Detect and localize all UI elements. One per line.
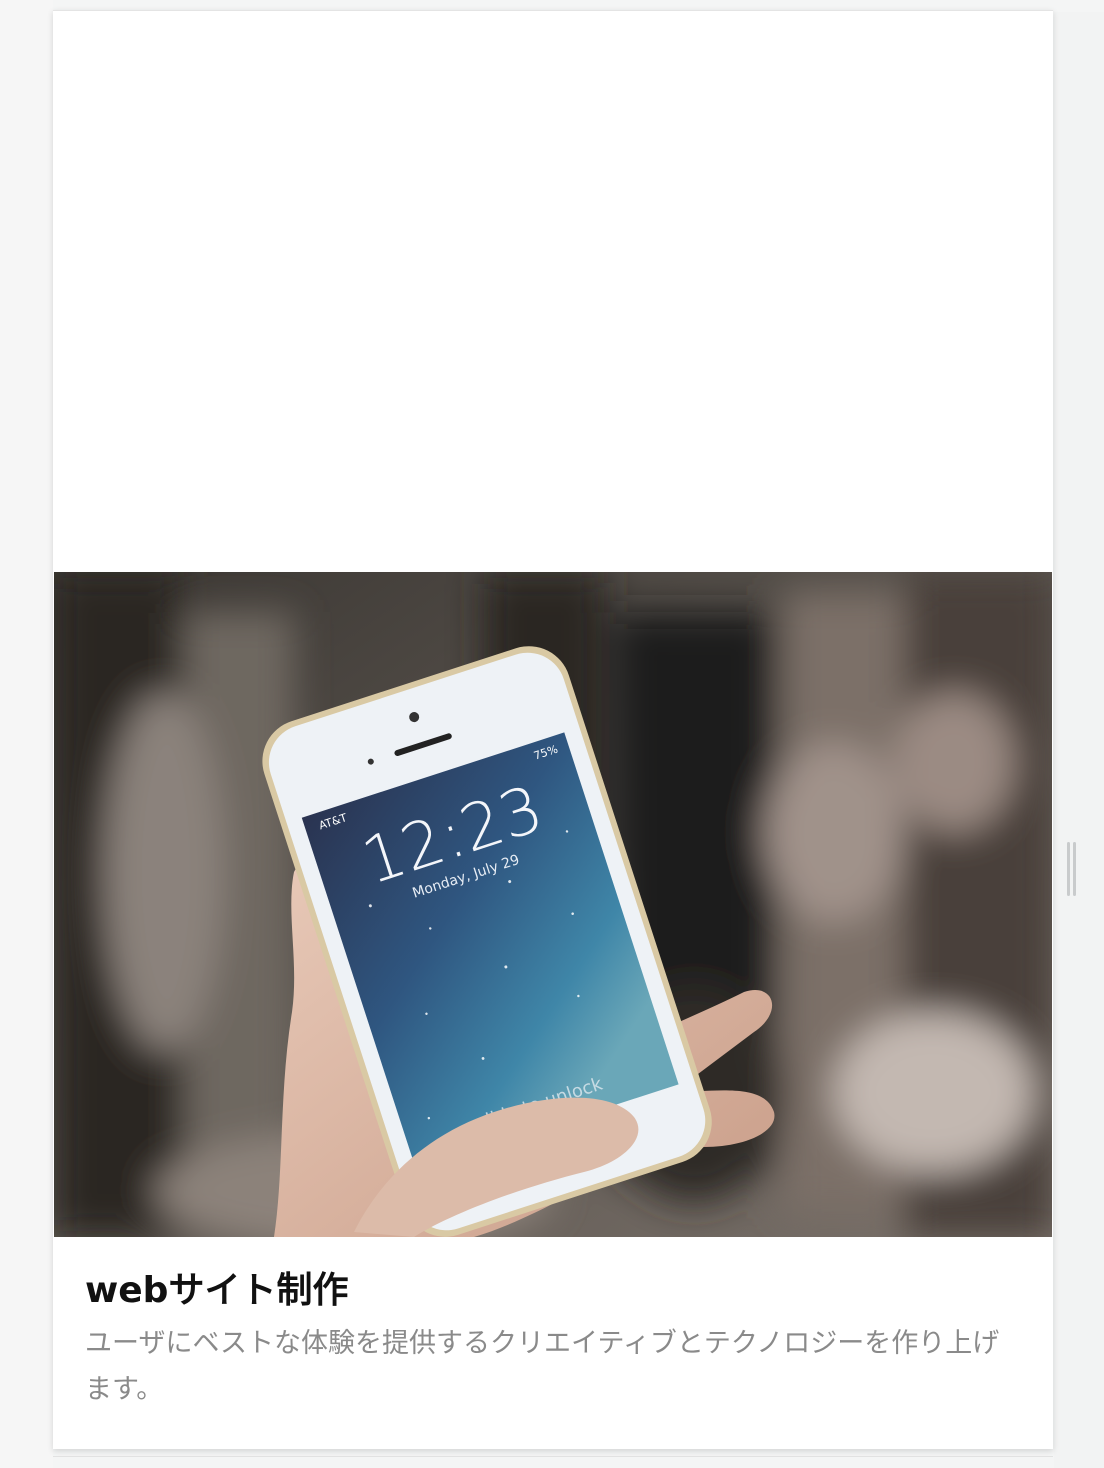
next-card-edge (53, 1456, 1053, 1468)
resize-handle-icon[interactable] (1066, 842, 1076, 896)
left-gutter (0, 0, 53, 1468)
handle-bar (1066, 842, 1070, 896)
service-card[interactable]: AT&T 75% 12:23 Monday, July 29 slide to … (53, 10, 1053, 1449)
card-title: webサイト制作 (85, 1270, 349, 1311)
page: AT&T 75% 12:23 Monday, July 29 slide to … (0, 0, 1104, 1468)
side-panel (1054, 12, 1104, 1468)
card-photo: AT&T 75% 12:23 Monday, July 29 slide to … (54, 572, 1052, 1237)
card-blank-area (53, 11, 1053, 571)
smartphone-photo-illustration: AT&T 75% 12:23 Monday, July 29 slide to … (54, 572, 1052, 1237)
card-description: ユーザにベストな体験を提供するクリエイティブとテクノロジーを作り上げます。 (85, 1328, 1000, 1405)
handle-bar (1072, 842, 1076, 896)
card-body: webサイト制作 ユーザにベストな体験を提供するクリエイティブとテクノロジーを作… (85, 1267, 1015, 1413)
